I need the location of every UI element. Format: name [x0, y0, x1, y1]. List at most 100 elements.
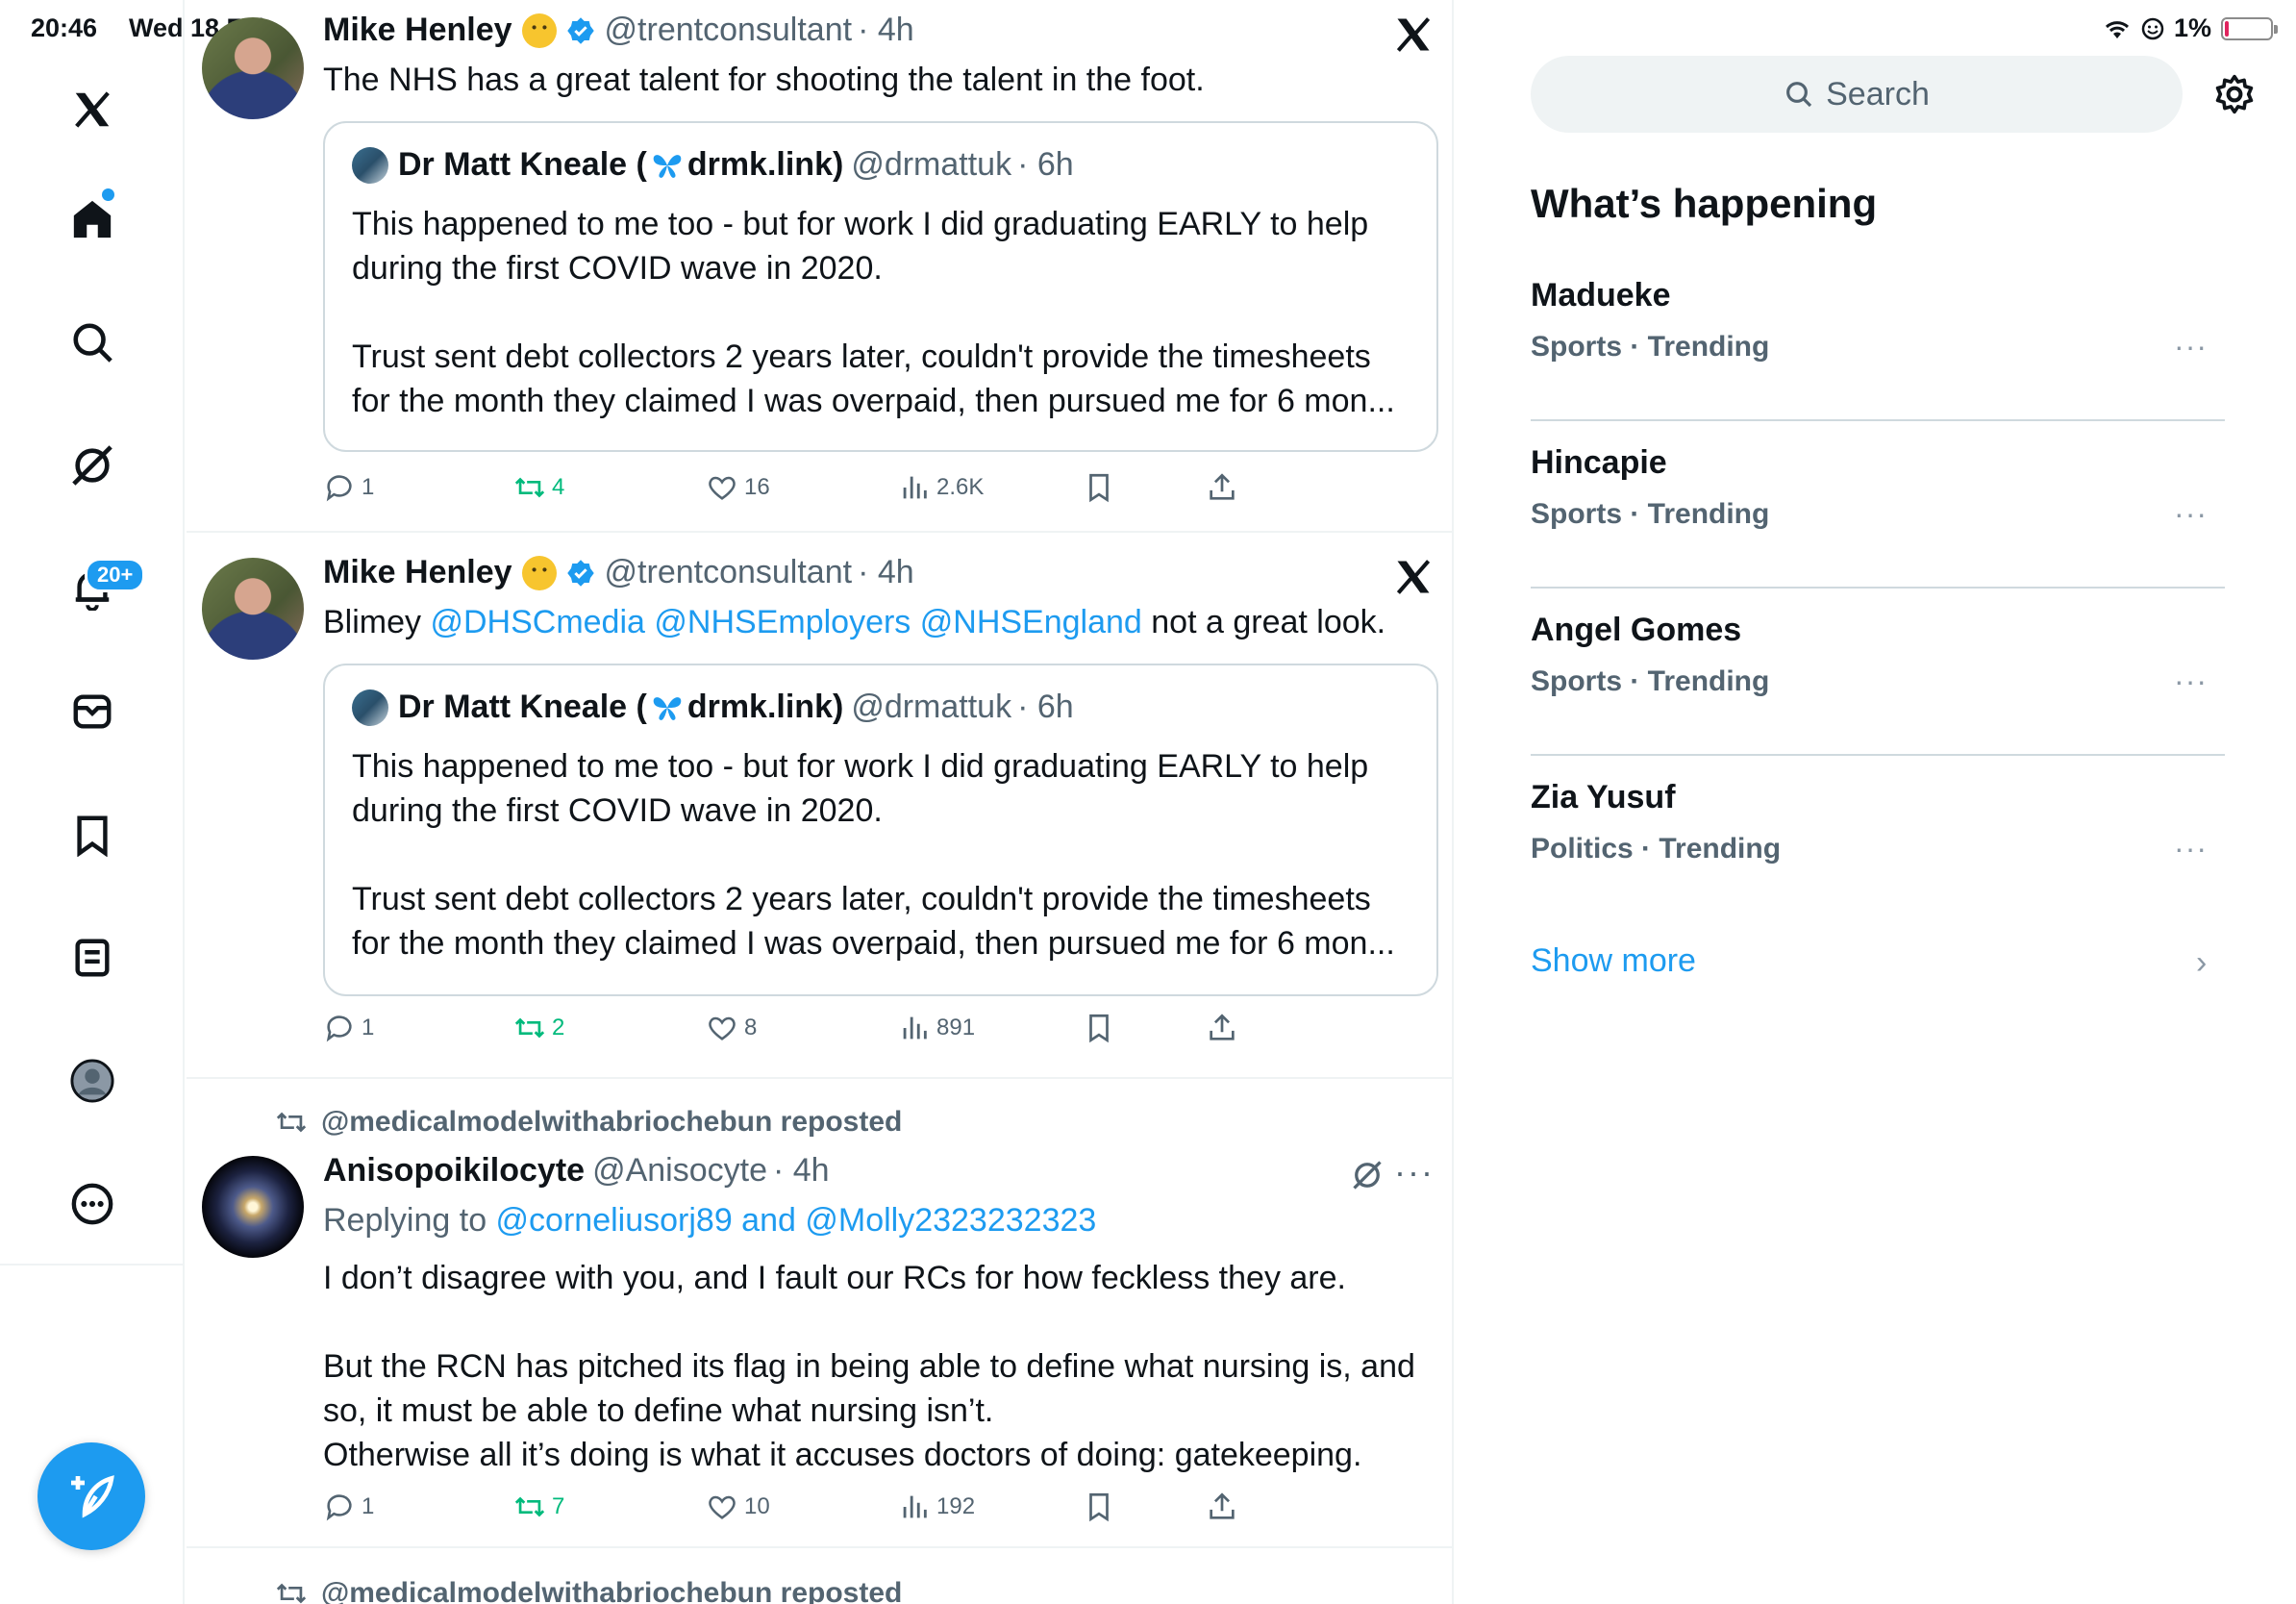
repost-icon: [276, 1112, 307, 1133]
author-handle[interactable]: @Anisocyte: [592, 1152, 767, 1190]
tweet[interactable]: Mike Henley @trentconsultant · 4h The NH…: [187, 0, 1452, 533]
bookmark-icon: [1089, 1492, 1109, 1522]
replying-to-users[interactable]: @corneliusorj89 and @Molly2323232323: [496, 1202, 1097, 1239]
chevron-right-icon[interactable]: ›: [2196, 944, 2207, 982]
more-options-icon[interactable]: [60, 1171, 125, 1237]
profile-avatar-icon[interactable]: [60, 1048, 125, 1114]
search-placeholder: Search: [1826, 75, 1930, 113]
timeline-feed: Mike Henley @trentconsultant · 4h The NH…: [187, 0, 1454, 1604]
show-more-link[interactable]: Show more: [1531, 942, 1696, 980]
trend-more-icon[interactable]: ···: [2174, 496, 2208, 532]
reply-icon: [326, 1494, 352, 1521]
reply-button[interactable]: 1: [323, 471, 374, 504]
tweet[interactable]: @medicalmodelwithabriochebun reposted An…: [187, 1079, 1452, 1548]
tweet-actions: 1 2 8 891: [323, 1012, 1265, 1050]
butterfly-emoji-icon: [653, 696, 682, 720]
repost-count: 4: [552, 474, 565, 500]
mention-link[interactable]: @NHSEngland: [920, 604, 1142, 640]
x-logo-icon: [1396, 17, 1431, 52]
x-logo-icon[interactable]: [60, 77, 125, 142]
trend-name: Zia Yusuf: [1531, 779, 1676, 815]
trend-item[interactable]: Angel Gomes Sports · Trending ···: [1531, 589, 2225, 756]
lists-icon[interactable]: [60, 925, 125, 990]
trend-more-icon[interactable]: ···: [2174, 664, 2208, 699]
grok-icon[interactable]: [60, 433, 125, 498]
reply-button[interactable]: 1: [323, 1012, 374, 1044]
trend-item[interactable]: Zia Yusuf Politics · Trending ···: [1531, 756, 2225, 923]
tweet-actions: 1 4 16 2.6K: [323, 471, 1265, 510]
tweet[interactable]: @medicalmodelwithabriochebun reposted: [187, 1548, 1452, 1604]
mention-link[interactable]: @NHSEmployers: [654, 604, 911, 640]
home-icon[interactable]: [60, 187, 125, 252]
compose-feather-icon: [71, 1475, 114, 1518]
views-button[interactable]: 2.6K: [898, 471, 984, 504]
tweet[interactable]: Mike Henley @trentconsultant · 4h Blimey…: [187, 533, 1452, 1079]
tweet-text: I don’t disagree with you, and I fault o…: [323, 1260, 1415, 1473]
quoted-tweet-time: · 6h: [1017, 146, 1074, 183]
like-button[interactable]: 8: [706, 1012, 757, 1044]
author-name[interactable]: Mike Henley: [323, 554, 512, 591]
trend-more-icon[interactable]: ···: [2174, 831, 2208, 866]
bookmark-button[interactable]: [1083, 1012, 1115, 1044]
quoted-author-handle: @drmattuk: [851, 689, 1012, 725]
bookmark-button[interactable]: [1083, 1491, 1115, 1523]
reposted-by-text: @medicalmodelwithabriochebun reposted: [321, 1577, 903, 1604]
share-button[interactable]: [1206, 471, 1238, 504]
author-name[interactable]: Anisopoikilocyte: [323, 1152, 585, 1190]
bookmark-button[interactable]: [1083, 471, 1115, 504]
grok-icon[interactable]: [1350, 1158, 1385, 1192]
quoted-tweet[interactable]: Dr Matt Kneale ( drmk.link) @drmattuk · …: [323, 121, 1438, 452]
quoted-author-handle: @drmattuk: [851, 146, 1012, 183]
heart-icon: [709, 1016, 736, 1040]
trend-more-icon[interactable]: ···: [2174, 329, 2208, 364]
views-chart-icon: [903, 476, 927, 499]
mention-link[interactable]: @DHSCmedia: [430, 604, 644, 640]
tweet-actions: 1 7 10 192: [323, 1491, 1265, 1529]
reposted-by-line[interactable]: @medicalmodelwithabriochebun reposted: [275, 1577, 902, 1604]
reposted-by-text: @medicalmodelwithabriochebun reposted: [321, 1106, 903, 1138]
views-chart-icon: [903, 1495, 927, 1518]
views-button[interactable]: 192: [898, 1491, 975, 1523]
trend-item[interactable]: Madueke Sports · Trending ···: [1531, 254, 2225, 421]
author-handle[interactable]: @trentconsultant: [605, 12, 853, 49]
author-name[interactable]: Mike Henley: [323, 12, 512, 49]
tweet-text: Blimey @DHSCmedia @NHSEmployers @NHSEngl…: [323, 600, 1385, 644]
like-button[interactable]: 10: [706, 1491, 770, 1523]
reply-button[interactable]: 1: [323, 1491, 374, 1523]
search-icon[interactable]: [60, 310, 125, 375]
repost-button[interactable]: 4: [513, 471, 564, 504]
views-button[interactable]: 891: [898, 1012, 975, 1044]
author-avatar[interactable]: [202, 558, 304, 660]
view-count: 192: [936, 1493, 976, 1519]
messages-icon[interactable]: [60, 679, 125, 744]
bookmarks-icon[interactable]: [60, 802, 125, 867]
share-button[interactable]: [1206, 1491, 1238, 1523]
author-handle[interactable]: @trentconsultant: [605, 554, 853, 591]
tweet-time: · 4h: [772, 1152, 830, 1189]
quoted-author-name-end: drmk.link): [686, 146, 844, 183]
trend-item[interactable]: Hincapie Sports · Trending ···: [1531, 421, 2225, 589]
author-avatar[interactable]: [202, 17, 304, 119]
share-icon: [1210, 1492, 1235, 1519]
repost-button[interactable]: 2: [513, 1012, 564, 1044]
quoted-author-name-start: Dr Matt Kneale (: [398, 146, 647, 183]
tweet-time: · 4h: [858, 12, 914, 48]
raised-eyebrow-emoji-icon: [521, 555, 557, 590]
like-button[interactable]: 16: [706, 471, 770, 504]
heart-icon: [709, 1495, 736, 1519]
quoted-tweet[interactable]: Dr Matt Kneale ( drmk.link) @drmattuk · …: [323, 664, 1438, 996]
reposted-by-line[interactable]: @medicalmodelwithabriochebun reposted: [275, 1106, 902, 1139]
right-sidebar: Search What’s happening Madueke Sports ·…: [1456, 0, 2296, 1604]
share-icon: [1210, 473, 1235, 500]
tweet-header: Mike Henley @trentconsultant · 4h: [323, 12, 914, 49]
share-button[interactable]: [1206, 1012, 1238, 1044]
more-options-icon[interactable]: ···: [1394, 1152, 1435, 1192]
repost-icon: [514, 1496, 545, 1517]
settings-gear-icon[interactable]: [2213, 73, 2256, 115]
author-avatar[interactable]: [202, 1156, 304, 1258]
notifications-badge: 20+: [85, 558, 146, 592]
repost-icon: [514, 1017, 545, 1039]
repost-button[interactable]: 7: [513, 1491, 564, 1523]
compose-post-button[interactable]: [37, 1442, 145, 1550]
search-input[interactable]: Search: [1531, 56, 2183, 133]
